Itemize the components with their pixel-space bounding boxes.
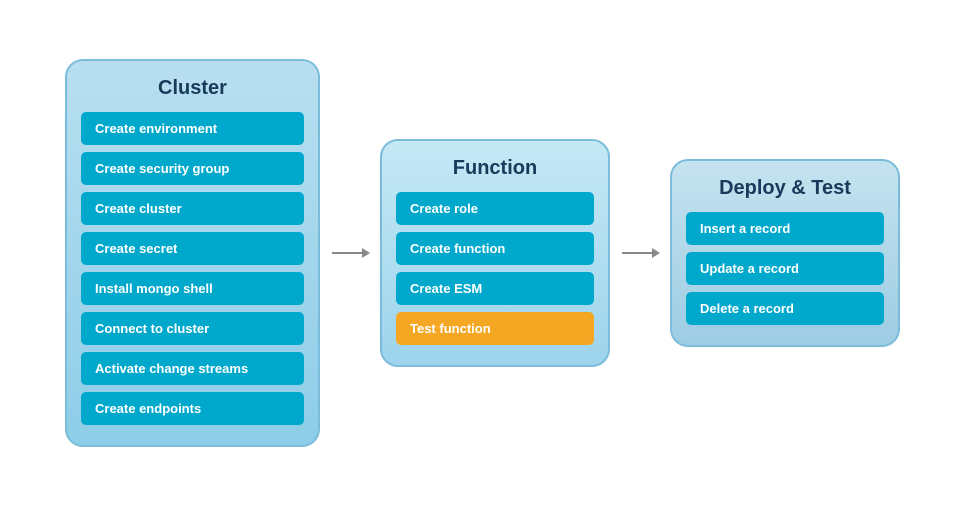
cluster-items: Create environment Create security group… — [81, 112, 304, 425]
function-item-create-esm[interactable]: Create ESM — [396, 272, 594, 305]
cluster-panel: Cluster Create environment Create securi… — [65, 59, 320, 447]
cluster-title: Cluster — [158, 77, 227, 100]
deploy-item-insert-record[interactable]: Insert a record — [686, 212, 884, 245]
arrow-function-to-deploy — [620, 238, 660, 268]
deploy-title: Deploy & Test — [719, 177, 851, 200]
diagram: Cluster Create environment Create securi… — [45, 39, 920, 467]
cluster-item-create-cluster[interactable]: Create cluster — [81, 192, 304, 225]
cluster-item-create-environment[interactable]: Create environment — [81, 112, 304, 145]
function-item-create-function[interactable]: Create function — [396, 232, 594, 265]
function-item-create-role[interactable]: Create role — [396, 192, 594, 225]
cluster-item-create-security-group[interactable]: Create security group — [81, 152, 304, 185]
function-title: Function — [453, 157, 537, 180]
deploy-items: Insert a record Update a record Delete a… — [686, 212, 884, 325]
cluster-item-create-endpoints[interactable]: Create endpoints — [81, 392, 304, 425]
function-items: Create role Create function Create ESM T… — [396, 192, 594, 345]
cluster-item-activate-change-streams[interactable]: Activate change streams — [81, 352, 304, 385]
cluster-item-connect-to-cluster[interactable]: Connect to cluster — [81, 312, 304, 345]
deploy-item-delete-record[interactable]: Delete a record — [686, 292, 884, 325]
function-item-test-function[interactable]: Test function — [396, 312, 594, 345]
arrow-cluster-to-function — [330, 238, 370, 268]
deploy-item-update-record[interactable]: Update a record — [686, 252, 884, 285]
cluster-item-install-mongo-shell[interactable]: Install mongo shell — [81, 272, 304, 305]
cluster-item-create-secret[interactable]: Create secret — [81, 232, 304, 265]
deploy-panel: Deploy & Test Insert a record Update a r… — [670, 159, 900, 347]
function-panel: Function Create role Create function Cre… — [380, 139, 610, 367]
